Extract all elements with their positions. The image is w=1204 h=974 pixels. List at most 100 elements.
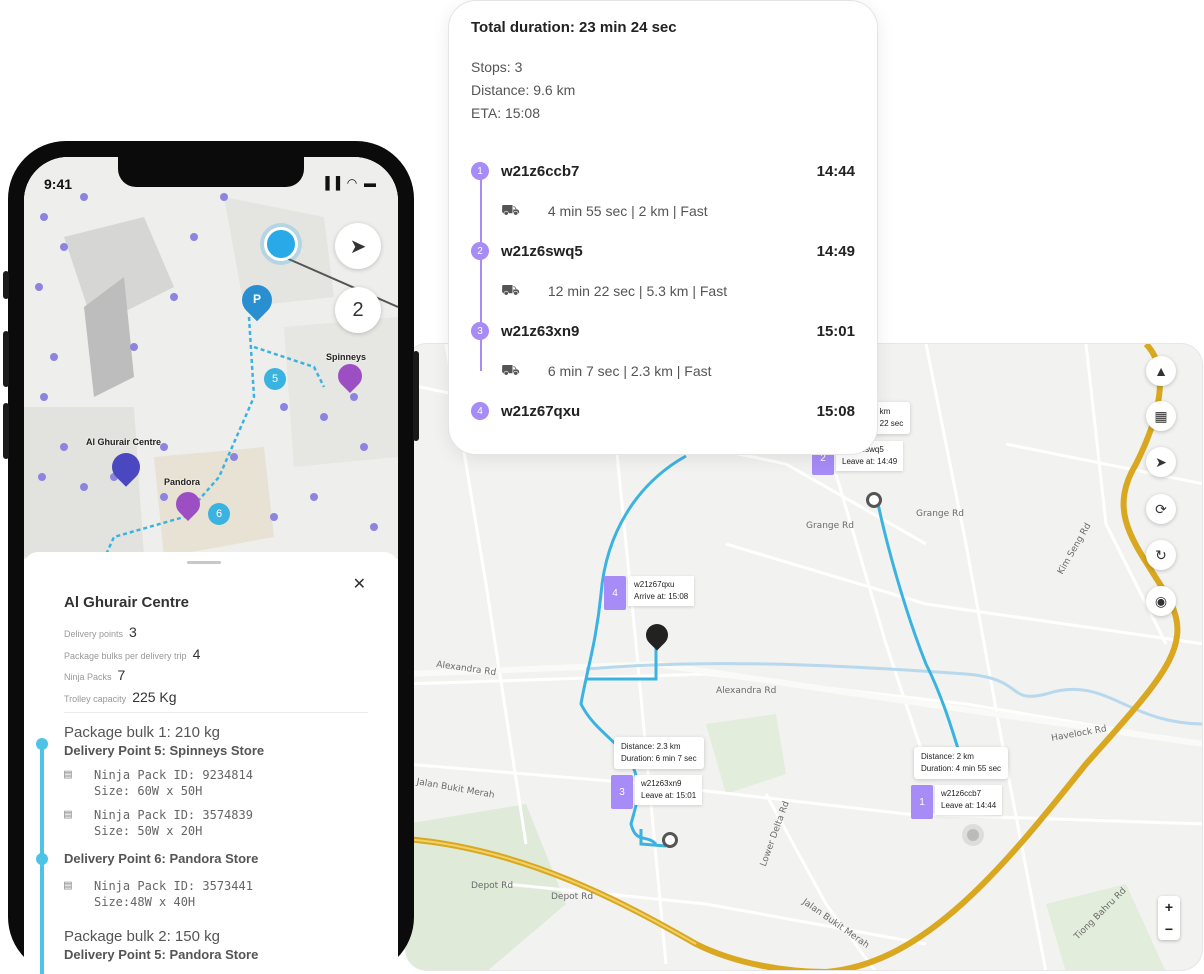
pack-size: Size:48W x 40H <box>94 895 196 909</box>
stop-code: w21z6swq5 <box>501 242 583 260</box>
stop-row[interactable]: 3 w21z63xn9 15:01 <box>471 311 855 351</box>
page: Grange Rd Grange Rd Alexandra Rd Alexand… <box>0 0 1204 974</box>
total-duration: Total duration: 23 min 24 sec <box>471 19 677 36</box>
route-summary-card: Total duration: 23 min 24 sec Stops: 3 D… <box>448 0 878 455</box>
status-time: 9:41 <box>44 176 73 192</box>
phone-button <box>3 403 9 459</box>
waypoint-pin[interactable] <box>662 832 678 848</box>
layers-icon[interactable]: ▦ <box>1146 401 1176 431</box>
navigation-arrow-icon[interactable]: ➤ <box>1146 447 1176 477</box>
trolley-capacity-row: Trolley capacity 225 Kg <box>64 689 177 705</box>
leg-row: ⛟ 6 min 7 sec | 2.3 km | Fast <box>471 351 855 391</box>
status-icons: ▐▐ ◠ ▬ <box>321 176 378 190</box>
field-value: 4 <box>192 646 201 662</box>
field-label: Trolley capacity <box>64 694 127 704</box>
map-label-pandora: Pandora <box>164 477 201 487</box>
route-meta: Stops: 3 Distance: 9.6 km ETA: 15:08 <box>471 56 855 125</box>
stop-flag-code: w21z63xn9 <box>641 779 682 788</box>
stop-time: 14:49 <box>816 242 855 260</box>
stop-number: 1 <box>471 162 489 180</box>
phone-frame: 9:41 ▐▐ ◠ ▬ 5 6 P Spinneys Al Ghurair Ce… <box>3 141 419 974</box>
stop-row[interactable]: 4 w21z67qxu 15:08 <box>471 391 855 431</box>
bulk-heading: Package bulk 1: 210 kg <box>64 724 220 741</box>
stop-flag-label: w21z63xn9 Leave at: 15:01 <box>635 775 703 805</box>
tooltip-line: Duration: 4 min 55 sec <box>921 764 1002 773</box>
road-label: Depot Rd <box>551 892 594 902</box>
stop-time: 15:01 <box>816 322 855 340</box>
stop-row[interactable]: 1 w21z6ccb7 14:44 <box>471 151 855 191</box>
package-icon: ▤ <box>64 767 72 782</box>
compass-icon[interactable]: ▲ <box>1146 356 1176 386</box>
ninja-pack-item: ▤ Ninja Pack ID: 3574839 Size: 50W x 20H <box>64 807 253 839</box>
ninja-pack-item: ▤ Ninja Pack ID: 9234814 Size: 60W x 50H <box>64 767 253 799</box>
zoom-control: + − <box>1158 896 1180 940</box>
location-sheet: ✕ Al Ghurair Centre Delivery points 3 Pac… <box>24 552 398 974</box>
field-label: Ninja Packs <box>64 672 112 682</box>
leg-tooltip: Distance: 2 km Duration: 4 min 55 sec <box>914 747 1009 779</box>
leg-row: ⛟ 12 min 22 sec | 5.3 km | Fast <box>471 271 855 311</box>
road-label: Depot Rd <box>471 881 514 891</box>
stop-flag[interactable]: 3 <box>611 775 633 809</box>
stop-flag[interactable]: 1 <box>911 785 933 819</box>
pack-id: Ninja Pack ID: 3574839 <box>94 808 253 822</box>
stop-number: 4 <box>471 402 489 420</box>
user-location-marker[interactable] <box>264 227 298 261</box>
phone-button <box>3 331 9 387</box>
pack-id: Ninja Pack ID: 9234814 <box>94 768 253 782</box>
sheet-title: Al Ghurair Centre <box>64 594 190 611</box>
stop-flag[interactable]: 4 <box>604 576 626 610</box>
waypoint-pin[interactable] <box>866 492 882 508</box>
stop-row[interactable]: 2 w21z6swq5 14:49 <box>471 231 855 271</box>
ninja-packs-row: Ninja Packs 7 <box>64 667 125 683</box>
count-button[interactable]: 2 <box>335 287 381 333</box>
rotate-icon[interactable]: ⟳ <box>1146 494 1176 524</box>
map-badge[interactable]: 6 <box>208 503 230 525</box>
delivery-point-heading: Delivery Point 6: Pandora Store <box>64 851 259 866</box>
map-badge[interactable]: 5 <box>264 368 286 390</box>
stop-list: 1 w21z6ccb7 14:44 ⛟ 4 min 55 sec | 2 km … <box>471 151 855 431</box>
stop-code: w21z67qxu <box>501 402 581 420</box>
phone-screen: 9:41 ▐▐ ◠ ▬ 5 6 P Spinneys Al Ghurair Ce… <box>24 157 398 974</box>
pack-size: Size: 50W x 20H <box>94 824 203 838</box>
stop-number: 3 <box>471 322 489 340</box>
zoom-out-button[interactable]: − <box>1165 921 1173 937</box>
navigation-arrow-icon[interactable]: ➤ <box>335 223 381 269</box>
field-label: Delivery points <box>64 629 124 639</box>
stop-flag-sub: Leave at: 14:44 <box>941 801 997 810</box>
mall-map[interactable]: 5 6 P Spinneys Al Ghurair Centre Pandora… <box>24 157 398 559</box>
stop-flag-code: w21z6ccb7 <box>941 789 982 798</box>
close-icon[interactable]: ✕ <box>353 574 366 594</box>
leg-info: 12 min 22 sec | 5.3 km | Fast <box>547 283 728 299</box>
sheet-handle[interactable] <box>187 561 221 564</box>
field-value: 225 Kg <box>132 689 177 705</box>
phone-button <box>413 351 419 441</box>
stop-flag-label: w21z67qxu Arrive at: 15:08 <box>628 576 695 606</box>
tooltip-line: Duration: 6 min 7 sec <box>621 754 697 763</box>
stop-number: 2 <box>471 242 489 260</box>
car-icon: ⛟ <box>501 361 520 379</box>
package-bulks-row: Package bulks per delivery trip 4 <box>64 646 200 662</box>
pack-id: Ninja Pack ID: 3573441 <box>94 879 253 893</box>
leg-row: ⛟ 4 min 55 sec | 2 km | Fast <box>471 191 855 231</box>
field-label: Package bulks per delivery trip <box>64 651 187 661</box>
leg-tooltip: Distance: 2.3 km Duration: 6 min 7 sec <box>614 737 704 769</box>
field-value: 3 <box>129 624 137 640</box>
stops-count: Stops: 3 <box>471 59 523 75</box>
leg-info: 6 min 7 sec | 2.3 km | Fast <box>547 363 712 379</box>
phone-notch <box>118 157 304 187</box>
current-location-marker[interactable] <box>962 824 984 846</box>
road-label: Grange Rd <box>916 509 964 519</box>
stop-code: w21z63xn9 <box>501 322 580 340</box>
phone-button <box>3 271 9 299</box>
road-label: Alexandra Rd <box>716 686 777 696</box>
divider <box>64 712 368 713</box>
road-label: Grange Rd <box>806 521 854 531</box>
delivery-point-heading: Delivery Point 5: Spinneys Store <box>64 743 265 758</box>
refresh-icon[interactable]: ↻ <box>1146 540 1176 570</box>
stop-time: 15:08 <box>816 402 855 420</box>
tooltip-line: Distance: 2.3 km <box>621 742 681 751</box>
car-icon: ⛟ <box>501 201 520 219</box>
package-icon: ▤ <box>64 878 72 893</box>
zoom-in-button[interactable]: + <box>1165 899 1173 915</box>
eye-off-icon[interactable]: ◉ <box>1146 586 1176 616</box>
